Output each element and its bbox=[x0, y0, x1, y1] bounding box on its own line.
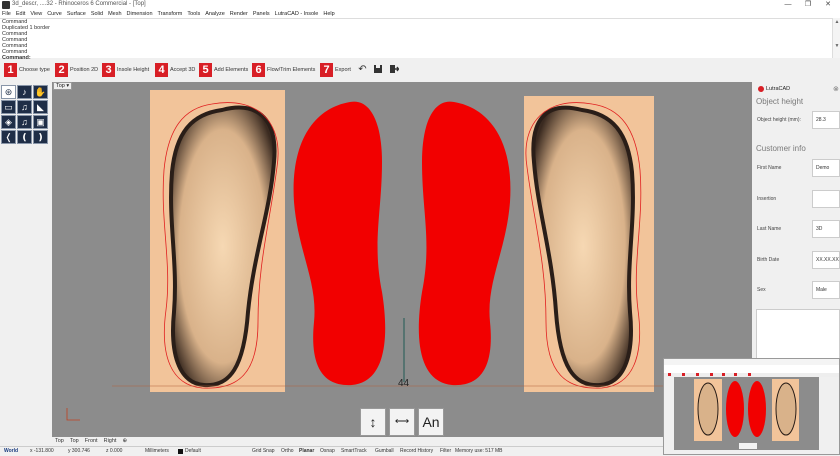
foot-print-2-icon[interactable]: ♫ bbox=[17, 115, 32, 129]
object-height-heading: Object height bbox=[756, 97, 804, 106]
object-height-field[interactable]: 28.3 bbox=[812, 111, 840, 129]
command-history: Command Duplicated 1 border Command Comm… bbox=[0, 18, 832, 61]
menu-dimension[interactable]: Dimension bbox=[127, 10, 153, 18]
step-flow-trim-elements-button[interactable]: 6 Flow/Trim Elements bbox=[252, 63, 315, 77]
scroll-up-icon[interactable]: ▲ bbox=[833, 18, 840, 26]
menu-solid[interactable]: Solid bbox=[91, 10, 103, 18]
screen-thumbnail[interactable] bbox=[663, 358, 840, 455]
first-name-field[interactable]: Demo bbox=[812, 159, 840, 177]
sex-field[interactable]: Male bbox=[812, 281, 840, 299]
menu-lutracad-insole[interactable]: LutraCAD - Insole bbox=[275, 10, 319, 18]
step-choose-type-button[interactable]: 1 Choose type bbox=[4, 63, 50, 77]
tab-top[interactable]: Top bbox=[55, 437, 64, 446]
panel-close-icon[interactable]: ⊗ bbox=[833, 85, 839, 93]
panel-brand: LutraCAD bbox=[766, 86, 791, 92]
measure-length-button[interactable]: ⟷ bbox=[389, 408, 415, 436]
minimize-icon[interactable]: — bbox=[778, 0, 798, 10]
foot-print-icon[interactable]: ♫ bbox=[17, 100, 32, 114]
step-accept-3d-button[interactable]: 4 Accept 3D bbox=[155, 63, 195, 77]
cube-view-icon[interactable]: ◈ bbox=[1, 115, 16, 129]
menu-surface[interactable]: Surface bbox=[67, 10, 86, 18]
title-bar: 3d_descr, ....32 - Rhinoceros 6 Commerci… bbox=[0, 0, 840, 10]
foot-side-icon[interactable]: ▭ bbox=[1, 100, 16, 114]
annotation-button[interactable]: An bbox=[418, 408, 444, 436]
insole-select-icon[interactable]: ⊛ bbox=[1, 85, 16, 99]
left-foot-scan[interactable] bbox=[150, 90, 285, 392]
top-viewport[interactable]: 44 Top ▾ bbox=[52, 82, 752, 437]
menu-curve[interactable]: Curve bbox=[47, 10, 62, 18]
menu-view[interactable]: View bbox=[30, 10, 42, 18]
axis-indicator-icon bbox=[66, 408, 80, 421]
menu-mesh[interactable]: Mesh bbox=[108, 10, 121, 18]
foot-up-icon[interactable]: ♪ bbox=[17, 85, 32, 99]
menu-render[interactable]: Render bbox=[230, 10, 248, 18]
foot-pair-icon[interactable]: ❪ bbox=[17, 130, 32, 144]
left-insole-model[interactable] bbox=[293, 101, 386, 386]
undo-icon[interactable]: ↶ bbox=[357, 64, 368, 75]
heel-icon[interactable]: ◣ bbox=[33, 100, 48, 114]
birth-date-field[interactable]: XX.XX.XXXX bbox=[812, 251, 840, 269]
notes-area[interactable] bbox=[756, 309, 840, 359]
menu-analyze[interactable]: Analyze bbox=[205, 10, 225, 18]
viewport-canvas[interactable]: 44 bbox=[52, 82, 752, 437]
menu-panels[interactable]: Panels bbox=[253, 10, 270, 18]
hand-icon[interactable]: ✋ bbox=[33, 85, 48, 99]
viewport-label[interactable]: Top ▾ bbox=[53, 82, 73, 90]
dimension-label: 44 bbox=[398, 378, 410, 389]
right-insole-model[interactable] bbox=[418, 101, 511, 386]
menu-file[interactable]: File bbox=[2, 10, 11, 18]
save-icon[interactable] bbox=[372, 64, 383, 75]
lutracad-logo-icon bbox=[758, 86, 764, 92]
layer-color-swatch bbox=[178, 449, 183, 454]
close-icon[interactable]: ✕ bbox=[818, 0, 838, 10]
step-export-button[interactable]: 7 Export bbox=[320, 63, 351, 77]
customer-info-heading: Customer info bbox=[756, 144, 806, 153]
left-toolbox: ⊛ ♪ ✋ ▭ ♫ ◣ ◈ ♫ ▣ ❬ ❪ ❫ bbox=[0, 82, 52, 437]
last-name-field[interactable]: 3D bbox=[812, 220, 840, 238]
add-tab-icon[interactable]: ⊕ bbox=[122, 437, 127, 446]
viewport-tools: ↕ ⟷ An bbox=[360, 408, 445, 436]
menu-help[interactable]: Help bbox=[323, 10, 334, 18]
menu-bar: File Edit View Curve Surface Solid Mesh … bbox=[0, 10, 840, 18]
first-name-label: First Name bbox=[757, 165, 782, 171]
object-height-label: Object height (mm): bbox=[757, 117, 801, 123]
tab-front[interactable]: Front bbox=[85, 437, 98, 446]
flip-vertical-button[interactable]: ↕ bbox=[360, 408, 386, 436]
step-insole-height-button[interactable]: 3 Insole Height bbox=[102, 63, 149, 77]
menu-transform[interactable]: Transform bbox=[158, 10, 183, 18]
menu-edit[interactable]: Edit bbox=[16, 10, 25, 18]
birth-date-label: Birth Date bbox=[757, 257, 780, 263]
last-name-label: Last Name bbox=[757, 226, 782, 232]
viewport-tabs: Top Top Front Right ⊕ bbox=[52, 437, 202, 446]
insertion-label: Insertion bbox=[757, 196, 777, 202]
step-add-elements-button[interactable]: 5 Add Elements bbox=[199, 63, 248, 77]
foot-outline-icon[interactable]: ❬ bbox=[1, 130, 16, 144]
sex-label: Sex bbox=[757, 287, 766, 293]
insertion-field[interactable] bbox=[812, 190, 840, 208]
image-icon[interactable]: ▣ bbox=[33, 115, 48, 129]
menu-tools[interactable]: Tools bbox=[187, 10, 200, 18]
lutracad-toolbar: 1 Choose type 2 Position 2D 3 Insole Height… bbox=[0, 59, 840, 81]
foot-mirror-icon[interactable]: ❫ bbox=[33, 130, 48, 144]
maximize-icon[interactable]: ❐ bbox=[798, 0, 818, 10]
rhino-app-icon bbox=[2, 1, 10, 9]
right-foot-scan[interactable] bbox=[524, 96, 654, 392]
command-scrollbar[interactable]: ▲ ▼ bbox=[832, 18, 840, 58]
scroll-down-icon[interactable]: ▼ bbox=[833, 42, 840, 50]
window-title: 3d_descr, ....32 - Rhinoceros 6 Commerci… bbox=[12, 1, 146, 7]
thumbnail-image bbox=[664, 359, 839, 454]
scroll-track[interactable] bbox=[833, 26, 840, 42]
tab-right[interactable]: Right bbox=[104, 437, 117, 446]
tab-top-2[interactable]: Top bbox=[70, 437, 79, 446]
step-position-2d-button[interactable]: 2 Position 2D bbox=[55, 63, 98, 77]
exit-icon[interactable] bbox=[388, 64, 399, 75]
